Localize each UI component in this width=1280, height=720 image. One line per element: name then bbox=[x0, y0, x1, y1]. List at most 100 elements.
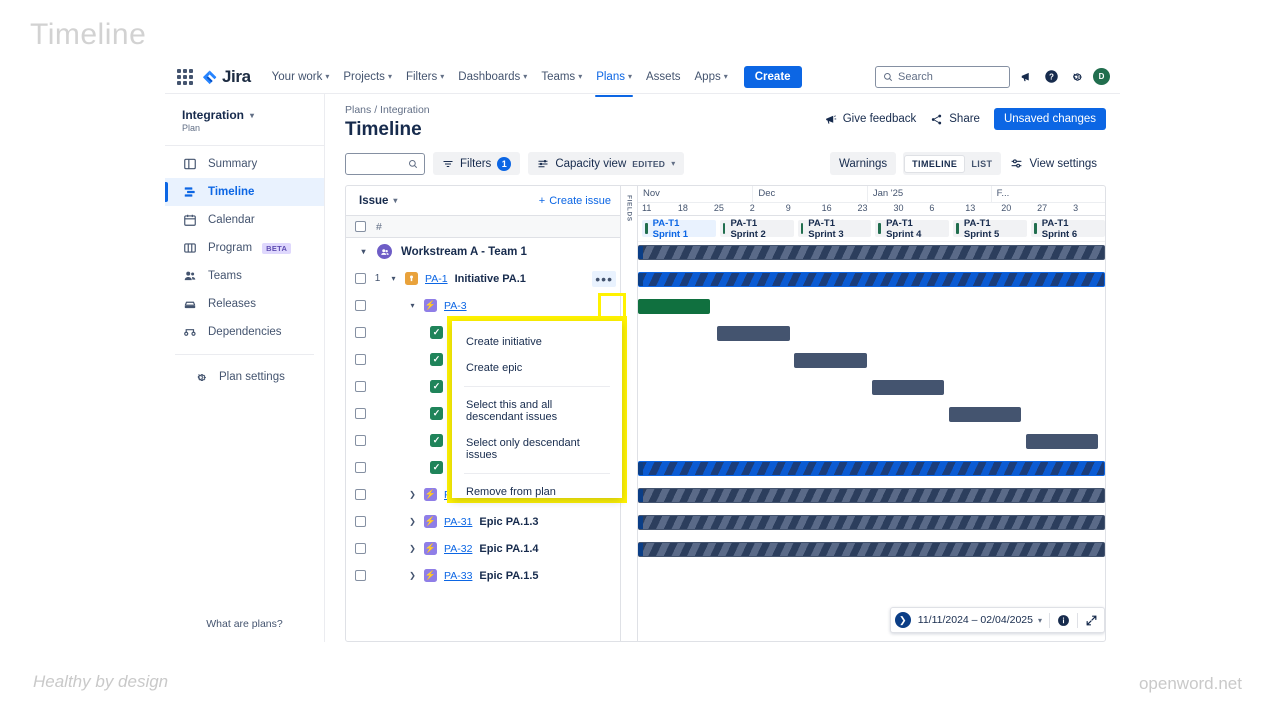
sidebar-item-summary[interactable]: Summary bbox=[165, 150, 324, 178]
gantt-bar[interactable] bbox=[638, 245, 1105, 260]
issue-key-link[interactable]: PA-32 bbox=[444, 543, 472, 555]
menu-item-create-initiative[interactable]: Create initiative bbox=[452, 329, 622, 355]
row-checkbox[interactable] bbox=[355, 543, 366, 554]
row-checkbox[interactable] bbox=[355, 300, 366, 311]
row-checkbox[interactable] bbox=[355, 435, 366, 446]
menu-item-remove-from-plan[interactable]: Remove from plan bbox=[452, 479, 622, 505]
row-expand-toggle[interactable]: ❯ bbox=[408, 517, 417, 526]
sidebar-item-calendar[interactable]: Calendar bbox=[165, 206, 324, 234]
filters-button[interactable]: Filters 1 bbox=[433, 152, 521, 175]
give-feedback-button[interactable]: Give feedback bbox=[824, 113, 916, 126]
what-are-plans-link[interactable]: What are plans? bbox=[165, 618, 324, 630]
gantt-bar[interactable] bbox=[638, 461, 1105, 476]
row-checkbox[interactable] bbox=[355, 273, 366, 284]
nav-item-teams[interactable]: Teams ▾ bbox=[534, 66, 589, 88]
table-row[interactable]: ▾ ⚡ PA-3 bbox=[346, 292, 620, 319]
sprint-pill[interactable]: PA-T1 Sprint 5 bbox=[953, 218, 1028, 240]
sidebar-item-dependencies[interactable]: Dependencies bbox=[165, 318, 324, 346]
row-expand-toggle[interactable]: ❯ bbox=[408, 571, 417, 580]
row-checkbox[interactable] bbox=[355, 327, 366, 338]
gantt-bar[interactable] bbox=[871, 380, 944, 395]
breadcrumb-plans[interactable]: Plans bbox=[345, 104, 371, 116]
menu-item-select-only-descendants[interactable]: Select only descendant issues bbox=[452, 430, 622, 468]
global-search-input[interactable]: Search bbox=[875, 65, 1010, 88]
sprint-pill[interactable]: PA-T1 Sprint 3 bbox=[797, 218, 872, 240]
sprint-pill[interactable]: PA-T1 Sprint 4 bbox=[875, 218, 950, 240]
issue-key-link[interactable]: PA-3 bbox=[444, 300, 467, 312]
gantt-bar[interactable] bbox=[638, 488, 1105, 503]
row-expand-toggle[interactable]: ▾ bbox=[389, 274, 398, 283]
table-row[interactable]: 1 ▾ PA-1 Initiative PA.1 ••• bbox=[346, 265, 620, 292]
date-range-selector[interactable]: 11/11/2024 – 02/04/2025 ▾ bbox=[918, 614, 1042, 626]
gantt-bar[interactable] bbox=[638, 299, 711, 314]
gantt-bar-handle[interactable] bbox=[638, 489, 643, 502]
select-all-checkbox[interactable] bbox=[355, 221, 366, 232]
sidebar-item-teams[interactable]: Teams bbox=[165, 262, 324, 290]
gantt-bar[interactable] bbox=[717, 326, 790, 341]
notifications-icon[interactable] bbox=[1020, 70, 1034, 84]
create-button[interactable]: Create bbox=[743, 65, 802, 88]
gantt-bar[interactable] bbox=[638, 272, 1105, 287]
chevron-down-icon[interactable]: ▾ bbox=[393, 196, 397, 205]
user-avatar[interactable]: D bbox=[1093, 68, 1110, 85]
nav-item-dashboards[interactable]: Dashboards ▾ bbox=[451, 66, 534, 88]
chevron-right-icon[interactable]: ❯ bbox=[894, 612, 911, 628]
gantt-bar-handle[interactable] bbox=[638, 462, 643, 475]
sidebar-item-program[interactable]: Program BETA bbox=[165, 234, 324, 262]
tab-list[interactable]: LIST bbox=[964, 156, 999, 172]
table-row-group[interactable]: ▾ Workstream A - Team 1 bbox=[346, 238, 620, 265]
nav-item-projects[interactable]: Projects ▾ bbox=[336, 66, 399, 88]
row-checkbox[interactable] bbox=[355, 381, 366, 392]
tab-timeline[interactable]: TIMELINE bbox=[905, 155, 965, 172]
sprint-pill[interactable]: PA-T1 Sprint 6 bbox=[1031, 218, 1105, 240]
issue-key-link[interactable]: PA-1 bbox=[425, 273, 448, 285]
menu-item-create-epic[interactable]: Create epic bbox=[452, 355, 622, 381]
jira-logo[interactable]: Jira bbox=[202, 67, 251, 87]
settings-gear-icon[interactable] bbox=[1069, 70, 1083, 84]
breadcrumb-integration[interactable]: Integration bbox=[380, 104, 430, 116]
create-issue-button[interactable]: + Create issue bbox=[539, 195, 611, 207]
nav-item-filters[interactable]: Filters ▾ bbox=[399, 66, 451, 88]
gantt-bar-handle[interactable] bbox=[638, 543, 643, 556]
gantt-bar-handle[interactable] bbox=[638, 246, 643, 259]
sprint-pill[interactable]: PA-T1 Sprint 2 bbox=[719, 218, 794, 240]
sidebar-item-plan-settings[interactable]: Plan settings bbox=[165, 363, 324, 391]
help-icon[interactable]: ? bbox=[1044, 69, 1059, 84]
row-more-actions-button[interactable]: ••• bbox=[592, 270, 616, 287]
nav-item-plans[interactable]: Plans ▾ bbox=[589, 66, 639, 97]
row-expand-toggle[interactable]: ▾ bbox=[408, 301, 417, 310]
app-switcher-icon[interactable] bbox=[177, 68, 193, 85]
gantt-bar[interactable] bbox=[794, 353, 867, 368]
sprint-pill[interactable]: PA-T1 Sprint 1 bbox=[642, 218, 716, 240]
capacity-view-button[interactable]: Capacity view EDITED ▾ bbox=[528, 152, 685, 175]
unsaved-changes-button[interactable]: Unsaved changes bbox=[993, 108, 1106, 130]
nav-item-assets[interactable]: Assets bbox=[639, 66, 688, 88]
row-checkbox[interactable] bbox=[355, 408, 366, 419]
issue-key-link[interactable]: PA-33 bbox=[444, 570, 472, 582]
gantt-bar[interactable] bbox=[948, 407, 1021, 422]
row-expand-toggle[interactable]: ❯ bbox=[408, 544, 417, 553]
sidebar-item-timeline[interactable]: Timeline bbox=[165, 178, 324, 206]
plan-header[interactable]: Integration ▾ Plan bbox=[165, 108, 324, 143]
share-button[interactable]: Share bbox=[930, 113, 980, 126]
info-icon[interactable] bbox=[1057, 614, 1070, 627]
gantt-bar-handle[interactable] bbox=[638, 273, 643, 286]
gantt-bar[interactable] bbox=[638, 542, 1105, 557]
plan-name-row[interactable]: Integration ▾ bbox=[182, 108, 312, 122]
expand-icon[interactable] bbox=[1085, 614, 1100, 627]
view-settings-button[interactable]: View settings bbox=[1008, 152, 1106, 175]
issue-column-label[interactable]: Issue bbox=[359, 195, 388, 207]
group-expand-toggle[interactable]: ▾ bbox=[359, 247, 368, 256]
nav-item-your-work[interactable]: Your work ▾ bbox=[265, 66, 337, 88]
row-checkbox[interactable] bbox=[355, 516, 366, 527]
menu-item-select-all-descendants[interactable]: Select this and all descendant issues bbox=[452, 392, 622, 430]
table-row[interactable]: ❯ ⚡ PA-32 Epic PA.1.4 bbox=[346, 535, 620, 562]
table-row[interactable]: ❯ ⚡ PA-33 Epic PA.1.5 bbox=[346, 562, 620, 589]
row-checkbox[interactable] bbox=[355, 570, 366, 581]
row-checkbox[interactable] bbox=[355, 354, 366, 365]
gantt-bar[interactable] bbox=[638, 515, 1105, 530]
issue-key-link[interactable]: PA-31 bbox=[444, 516, 472, 528]
table-row[interactable]: ❯ ⚡ PA-31 Epic PA.1.3 bbox=[346, 508, 620, 535]
gantt-bar-handle[interactable] bbox=[638, 516, 643, 529]
warnings-button[interactable]: Warnings bbox=[829, 152, 897, 175]
